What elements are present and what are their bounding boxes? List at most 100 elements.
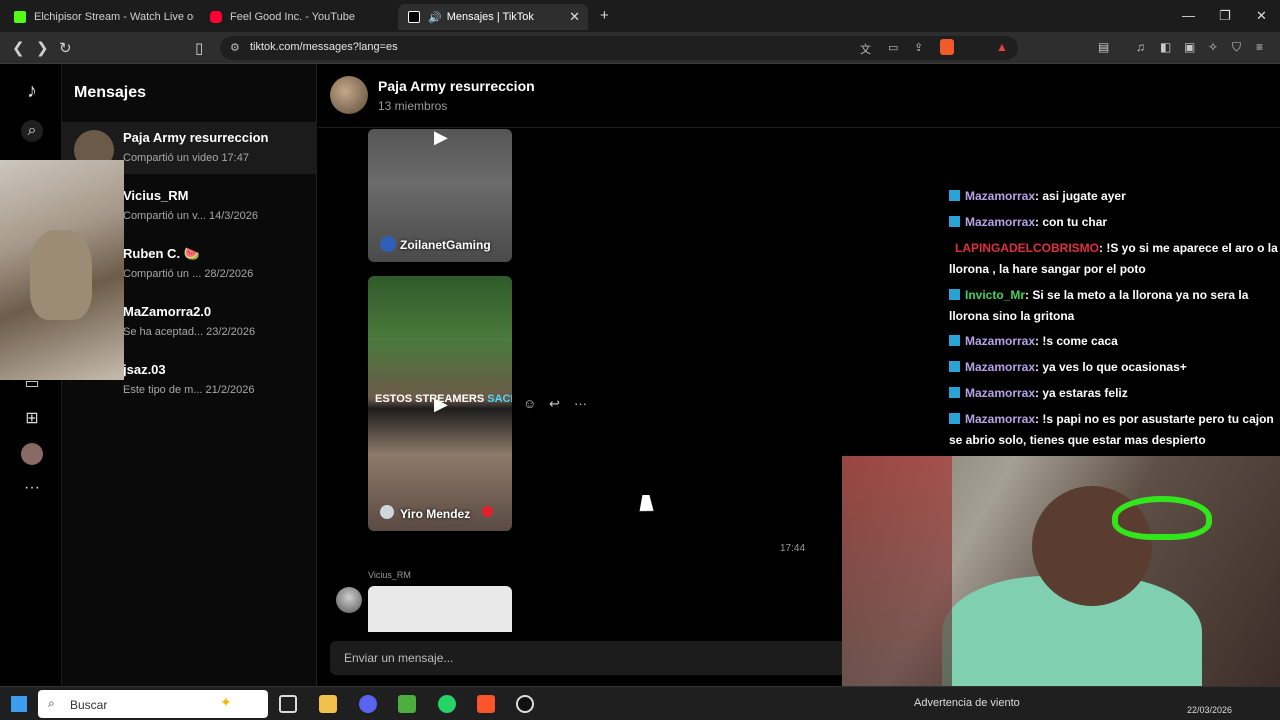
tiktok-logo-icon[interactable]: ♪ [21,80,43,102]
group-name[interactable]: Paja Army resurreccion [378,78,535,94]
chat-line: Mazamorrax: con tu char [949,212,1279,233]
weather-widget[interactable]: Advertencia de viento [914,697,1020,709]
search-icon[interactable]: ⌕ [21,120,43,142]
menu-icon[interactable]: ≡ [1256,40,1263,54]
author-avatar [380,505,394,519]
obs-icon[interactable] [516,695,534,713]
shared-video[interactable]: ESTOS STREAMERS SACHA ▶ Yiro Mendez [368,276,512,531]
kick-badge-icon [949,216,960,227]
gaming-chair [842,456,952,704]
chat-line: Mazamorrax: !s papi no es por asustarte … [949,412,1274,447]
windows-start-icon[interactable] [11,696,27,712]
taskbar-date[interactable]: 22/03/2026 [1187,705,1232,715]
speaker-icon: 🔊 [428,11,442,24]
maximize-button[interactable]: ❐ [1219,8,1231,24]
new-tab-button[interactable]: + [600,7,609,24]
file-explorer-icon[interactable] [319,695,337,713]
search-icon: ⌕ [48,696,55,710]
tab-youtube[interactable]: Feel Good Inc. - YouTube [200,4,390,30]
tiktok-icon [408,11,420,23]
reply-icon[interactable]: ↩ [549,396,560,412]
conversation-preview: Este tipo de m... 21/2/2026 [123,384,255,396]
tab-title: Feel Good Inc. - YouTube [230,11,355,23]
stream-chat-overlay: Mazamorrax: asi jugate ayer Mazamorrax: … [945,168,1280,456]
sidebar-icon[interactable]: ◧ [1160,40,1171,54]
whatsapp-icon[interactable] [438,695,456,713]
group-avatar[interactable] [330,76,368,114]
live-indicator-icon [482,506,493,517]
kick-badge-icon [949,335,960,346]
kick-badge-icon [949,387,960,398]
kick-badge-icon [949,190,960,201]
reload-button[interactable]: ↻ [59,39,72,57]
streamer-webcam-overlay [842,456,1280,704]
tab-title: Elchipisor Stream - Watch Live on Kic [34,11,194,23]
chat-line: Mazamorrax: ya estaras feliz [949,383,1279,404]
search-placeholder: Buscar [70,698,108,712]
play-icon[interactable]: ▶ [434,129,448,148]
brave-rewards-icon[interactable]: ▲ [996,40,1008,54]
discord-icon[interactable] [359,695,377,713]
react-icon[interactable]: ☺ [523,396,536,411]
more-options-icon[interactable]: ··· [574,396,587,411]
site-info-icon[interactable]: ⚙ [230,41,240,54]
brave-icon[interactable] [477,695,495,713]
bookmark-icon[interactable]: ▯ [195,39,203,57]
message-timestamp: 17:44 [780,543,806,554]
cat-webcam-overlay [0,160,124,380]
kick-badge-icon [949,413,960,424]
green-glasses [1112,496,1212,540]
conversation-name: jsaz.03 [123,362,166,377]
conversation-name: Vicius_RM [123,188,189,203]
profile-avatar[interactable] [21,443,43,465]
task-view-icon[interactable] [279,695,297,713]
address-bar[interactable]: ⚙ tiktok.com/messages?lang=es 文 ▭ ⇪ ▲ [220,36,1018,60]
wallet-icon[interactable]: ▣ [1184,40,1195,54]
cast-icon[interactable]: ▭ [888,41,898,54]
conversation-name: MaZamorra2.0 [123,304,212,319]
vpn-icon[interactable]: ⛉ [1232,40,1241,55]
minimize-button[interactable]: — [1182,8,1195,23]
brave-shield-icon[interactable] [940,39,954,55]
forward-button[interactable]: ❯ [36,39,49,57]
chat-line: Mazamorrax: ya ves lo que ocasionas+ [949,357,1279,378]
message-sender: Vicius_RM [368,570,411,580]
group-member-count: 13 miembros [378,99,448,113]
minecraft-icon[interactable] [398,695,416,713]
browser-toolbar: ❮ ❯ ↻ ▯ ⚙ tiktok.com/messages?lang=es 文 … [0,32,1280,64]
conversation-preview: Compartió un v... 14/3/2026 [123,210,258,222]
sparkle-icon: ✦ [220,694,232,710]
shared-video[interactable] [368,586,512,632]
message-input[interactable]: Enviar un mensaje... [330,641,850,675]
avatar[interactable] [336,587,362,613]
windows-taskbar: ⌕ Buscar ✦ Advertencia de viento 22/03/2… [0,686,1280,720]
cat-figure [30,230,92,320]
sidebar-panel-icon[interactable]: ▤ [1098,40,1109,54]
video-author: ZoilanetGaming [400,238,491,252]
url-text: tiktok.com/messages?lang=es [250,41,398,53]
more-icon[interactable]: ··· [21,477,43,499]
video-author: Yiro Mendez [400,507,471,521]
chat-line: Mazamorrax: !s come caca [949,331,1279,352]
shared-video[interactable]: ▶ ZoilanetGaming [368,129,512,262]
upload-icon[interactable]: ⊞ [21,408,43,430]
leo-ai-icon[interactable]: ✧ [1208,40,1218,54]
translate-icon[interactable]: 文 [860,41,871,57]
taskbar-search[interactable]: ⌕ Buscar ✦ [38,690,268,718]
tab-kick[interactable]: Elchipisor Stream - Watch Live on Kic [4,4,194,30]
back-button[interactable]: ❮ [12,39,25,57]
tab-title: Mensajes | TikTok [446,11,534,23]
share-icon[interactable]: ⇪ [914,41,923,54]
browser-tab-bar: Elchipisor Stream - Watch Live on Kic Fe… [0,0,1280,32]
conversation-preview: Compartió un ... 28/2/2026 [123,268,254,280]
message-input-placeholder: Enviar un mensaje... [344,651,454,665]
tab-tiktok[interactable]: 🔊 Mensajes | TikTok ✕ [398,4,588,30]
play-icon[interactable]: ▶ [434,394,448,415]
conversation-name: Paja Army resurreccion [123,130,269,145]
close-tab-icon[interactable]: ✕ [569,9,580,25]
author-avatar [380,236,396,252]
close-window-button[interactable]: ✕ [1256,8,1267,24]
media-icon[interactable]: ♫ [1136,40,1145,54]
kick-icon [14,11,26,23]
chat-line: Invicto_Mr: Si se la meto a la llorona y… [949,288,1249,323]
